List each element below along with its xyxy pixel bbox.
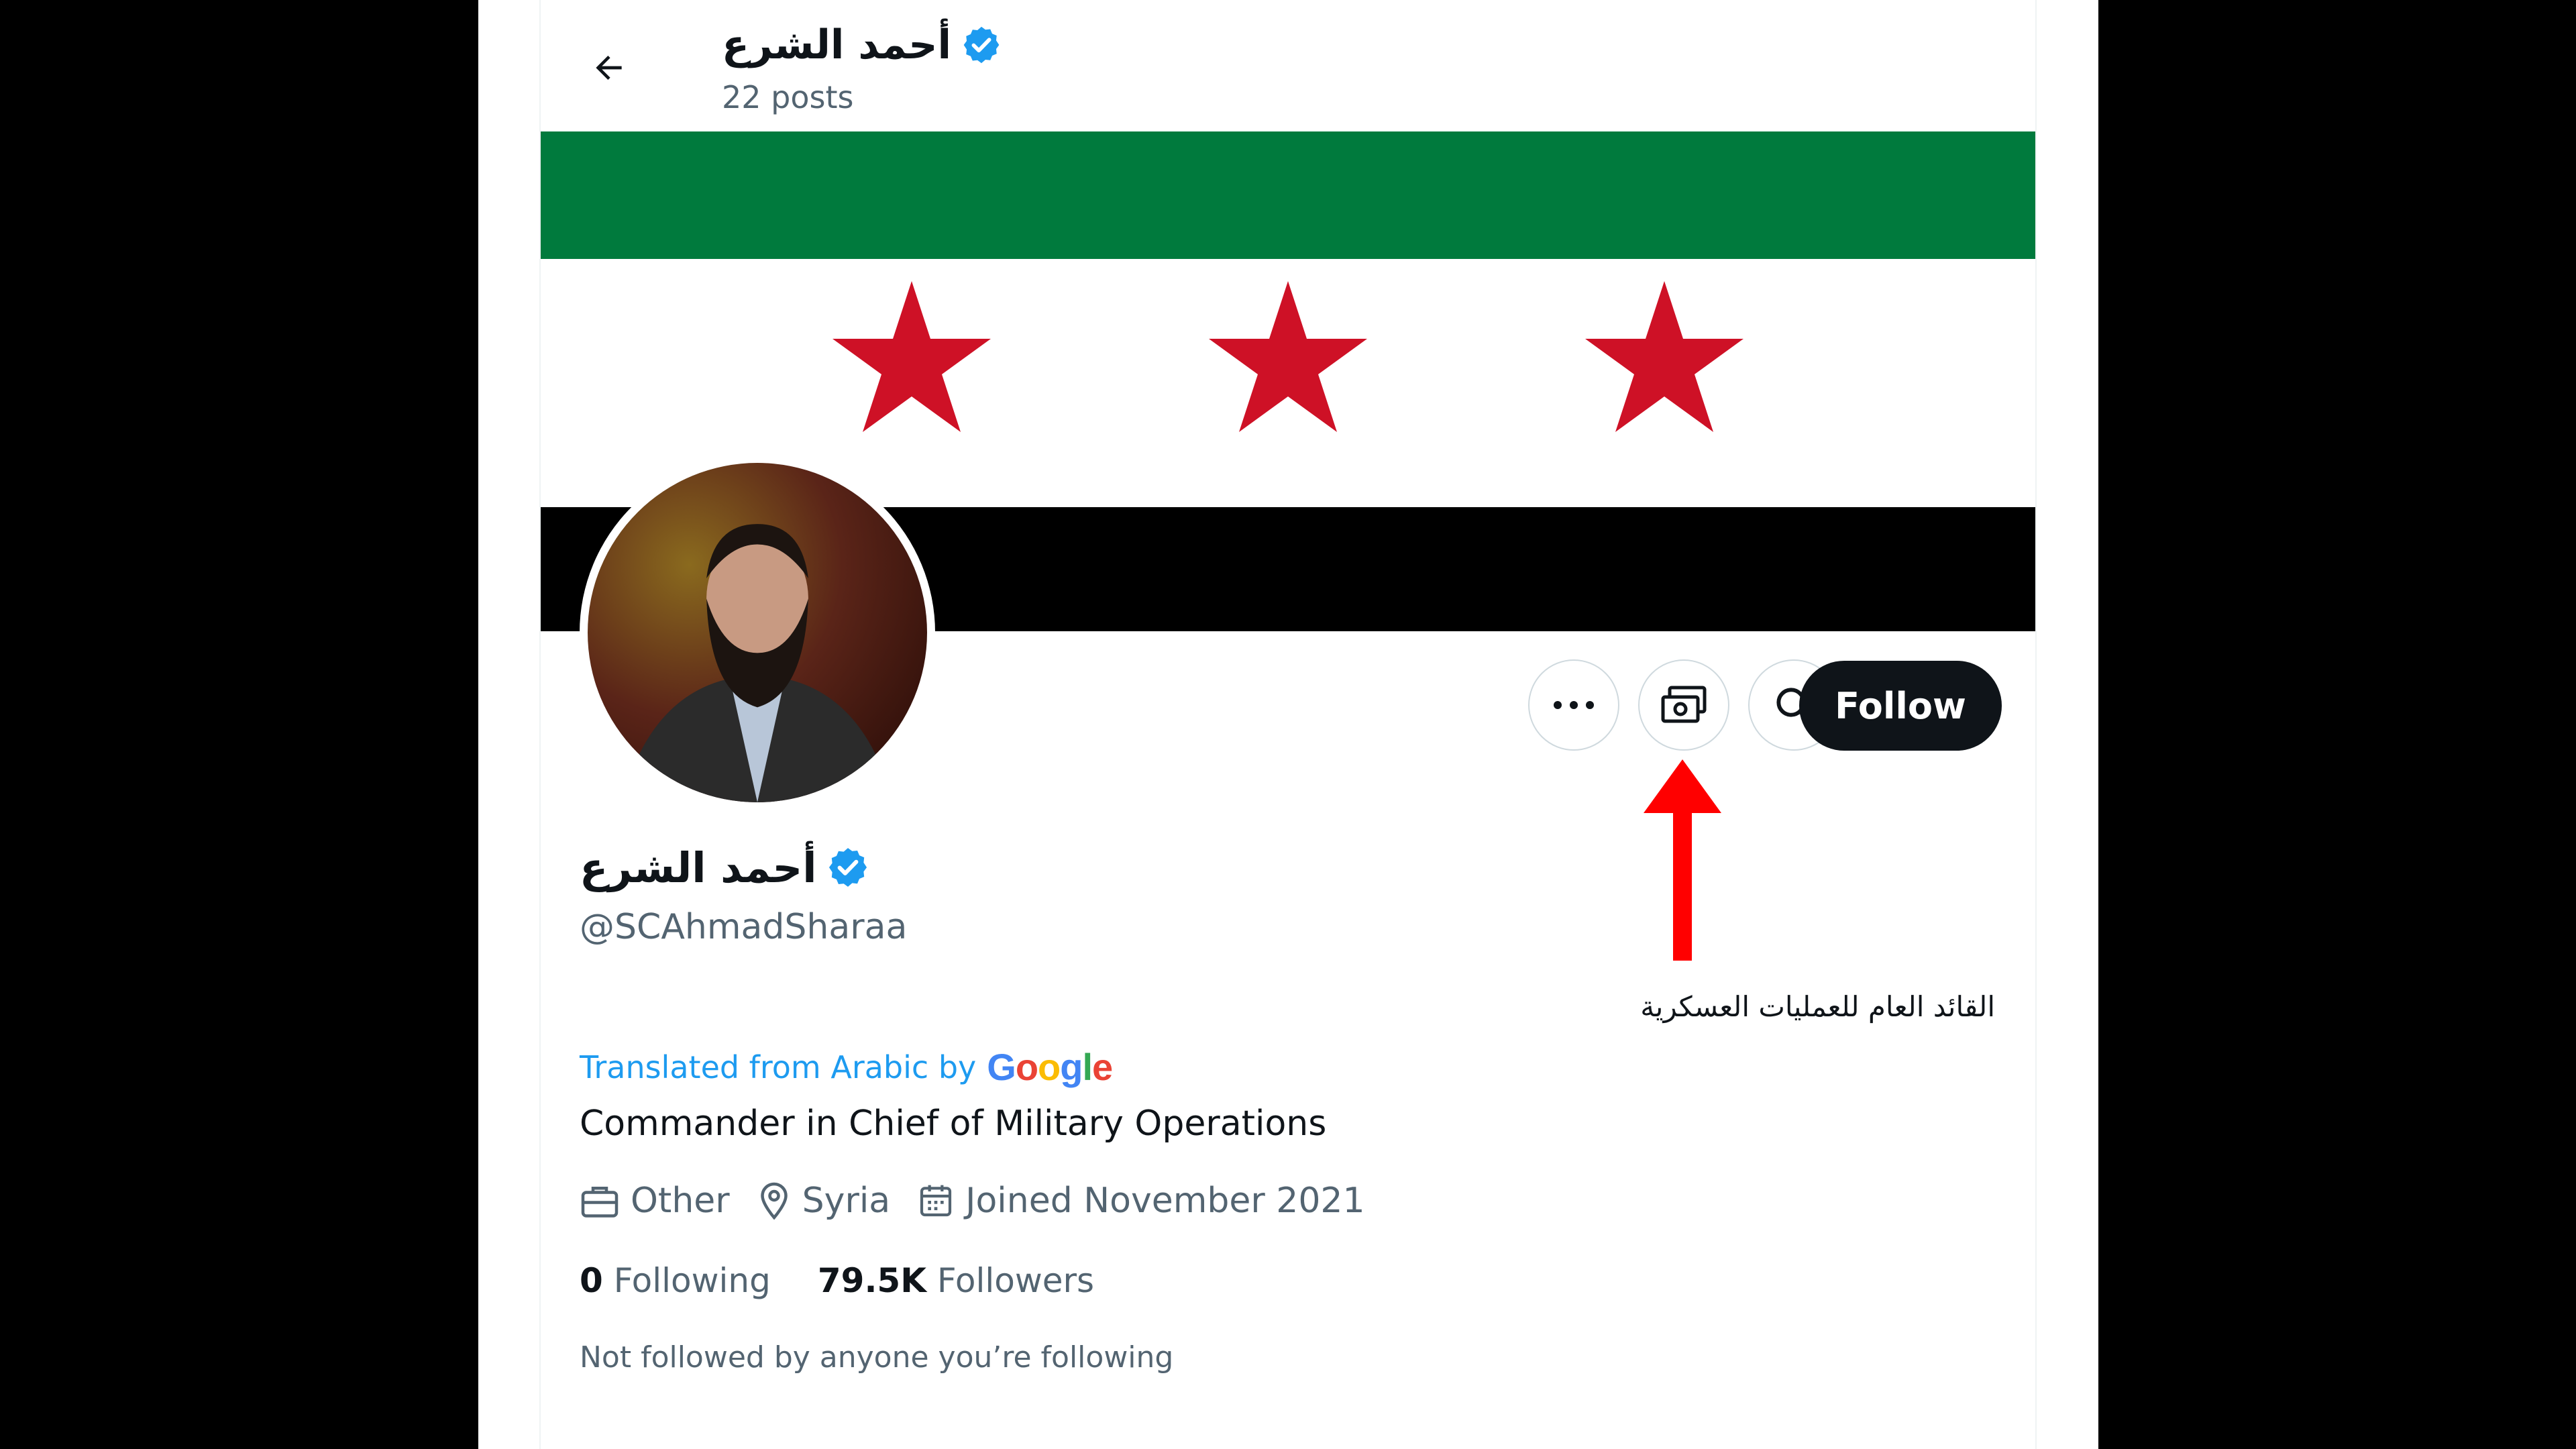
mutuals-note: Not followed by anyone you’re following	[580, 1340, 1174, 1375]
following-count: 0	[580, 1261, 603, 1300]
money-subscribe-icon	[1661, 686, 1707, 723]
verified-badge-icon	[963, 26, 1000, 64]
arrow-left-icon	[596, 56, 622, 80]
bio-translated: Commander in Chief of Military Operation…	[580, 1104, 1327, 1144]
translated-label[interactable]: Translated from Arabic by	[580, 1049, 976, 1085]
meta-location: Syria	[757, 1181, 890, 1221]
profile-column: أحمد الشرع 22 posts Follow أحمد الشرع @S…	[539, 0, 2037, 1449]
profile-avatar[interactable]	[580, 455, 935, 810]
following-label: Following	[613, 1261, 771, 1300]
profile-name-row: أحمد الشرع	[580, 837, 870, 898]
more-dots-icon	[1554, 701, 1594, 709]
follow-stats: 0 Following 79.5K Followers	[580, 1261, 1094, 1300]
bio-arabic: القائد العام للعمليات العسكرية	[1640, 990, 1995, 1023]
following-link[interactable]: 0 Following	[580, 1261, 771, 1300]
translation-attribution[interactable]: Translated from Arabic by Google	[580, 1045, 1113, 1089]
flag-green-stripe	[541, 131, 2035, 259]
star-icon	[1585, 281, 1743, 432]
back-button[interactable]	[586, 44, 633, 91]
briefcase-icon	[581, 1187, 619, 1218]
followers-label: Followers	[936, 1261, 1095, 1300]
header-posts-count: 22 posts	[722, 79, 854, 115]
profile-meta: Other Syria Joined November 2021	[580, 1181, 1365, 1221]
screenshot-frame: أحمد الشرع 22 posts Follow أحمد الشرع @S…	[478, 0, 2098, 1449]
header-display-name: أحمد الشرع	[722, 21, 952, 68]
meta-joined: Joined November 2021	[917, 1181, 1365, 1221]
subscribe-button[interactable]	[1638, 659, 1729, 751]
meta-category-text: Other	[631, 1181, 730, 1221]
profile-display-name: أحمد الشرع	[580, 843, 817, 892]
profile-handle: @SCAhmadSharaa	[580, 907, 908, 947]
star-icon	[1209, 281, 1367, 432]
followers-link[interactable]: 79.5K Followers	[818, 1261, 1094, 1300]
star-icon	[833, 281, 991, 432]
meta-location-text: Syria	[802, 1181, 891, 1221]
location-pin-icon	[760, 1182, 788, 1220]
calendar-icon	[920, 1185, 952, 1217]
verified-badge-icon[interactable]	[826, 845, 870, 890]
more-options-button[interactable]	[1528, 659, 1619, 751]
follow-button[interactable]: Follow	[1799, 661, 2002, 751]
annotation-arrow	[1644, 759, 1721, 961]
meta-category: Other	[580, 1181, 730, 1221]
meta-joined-text: Joined November 2021	[965, 1181, 1365, 1221]
followers-count: 79.5K	[817, 1261, 926, 1300]
header-title: أحمد الشرع	[722, 15, 1002, 75]
avatar-photo	[588, 463, 927, 802]
google-logo: Google	[987, 1046, 1113, 1088]
